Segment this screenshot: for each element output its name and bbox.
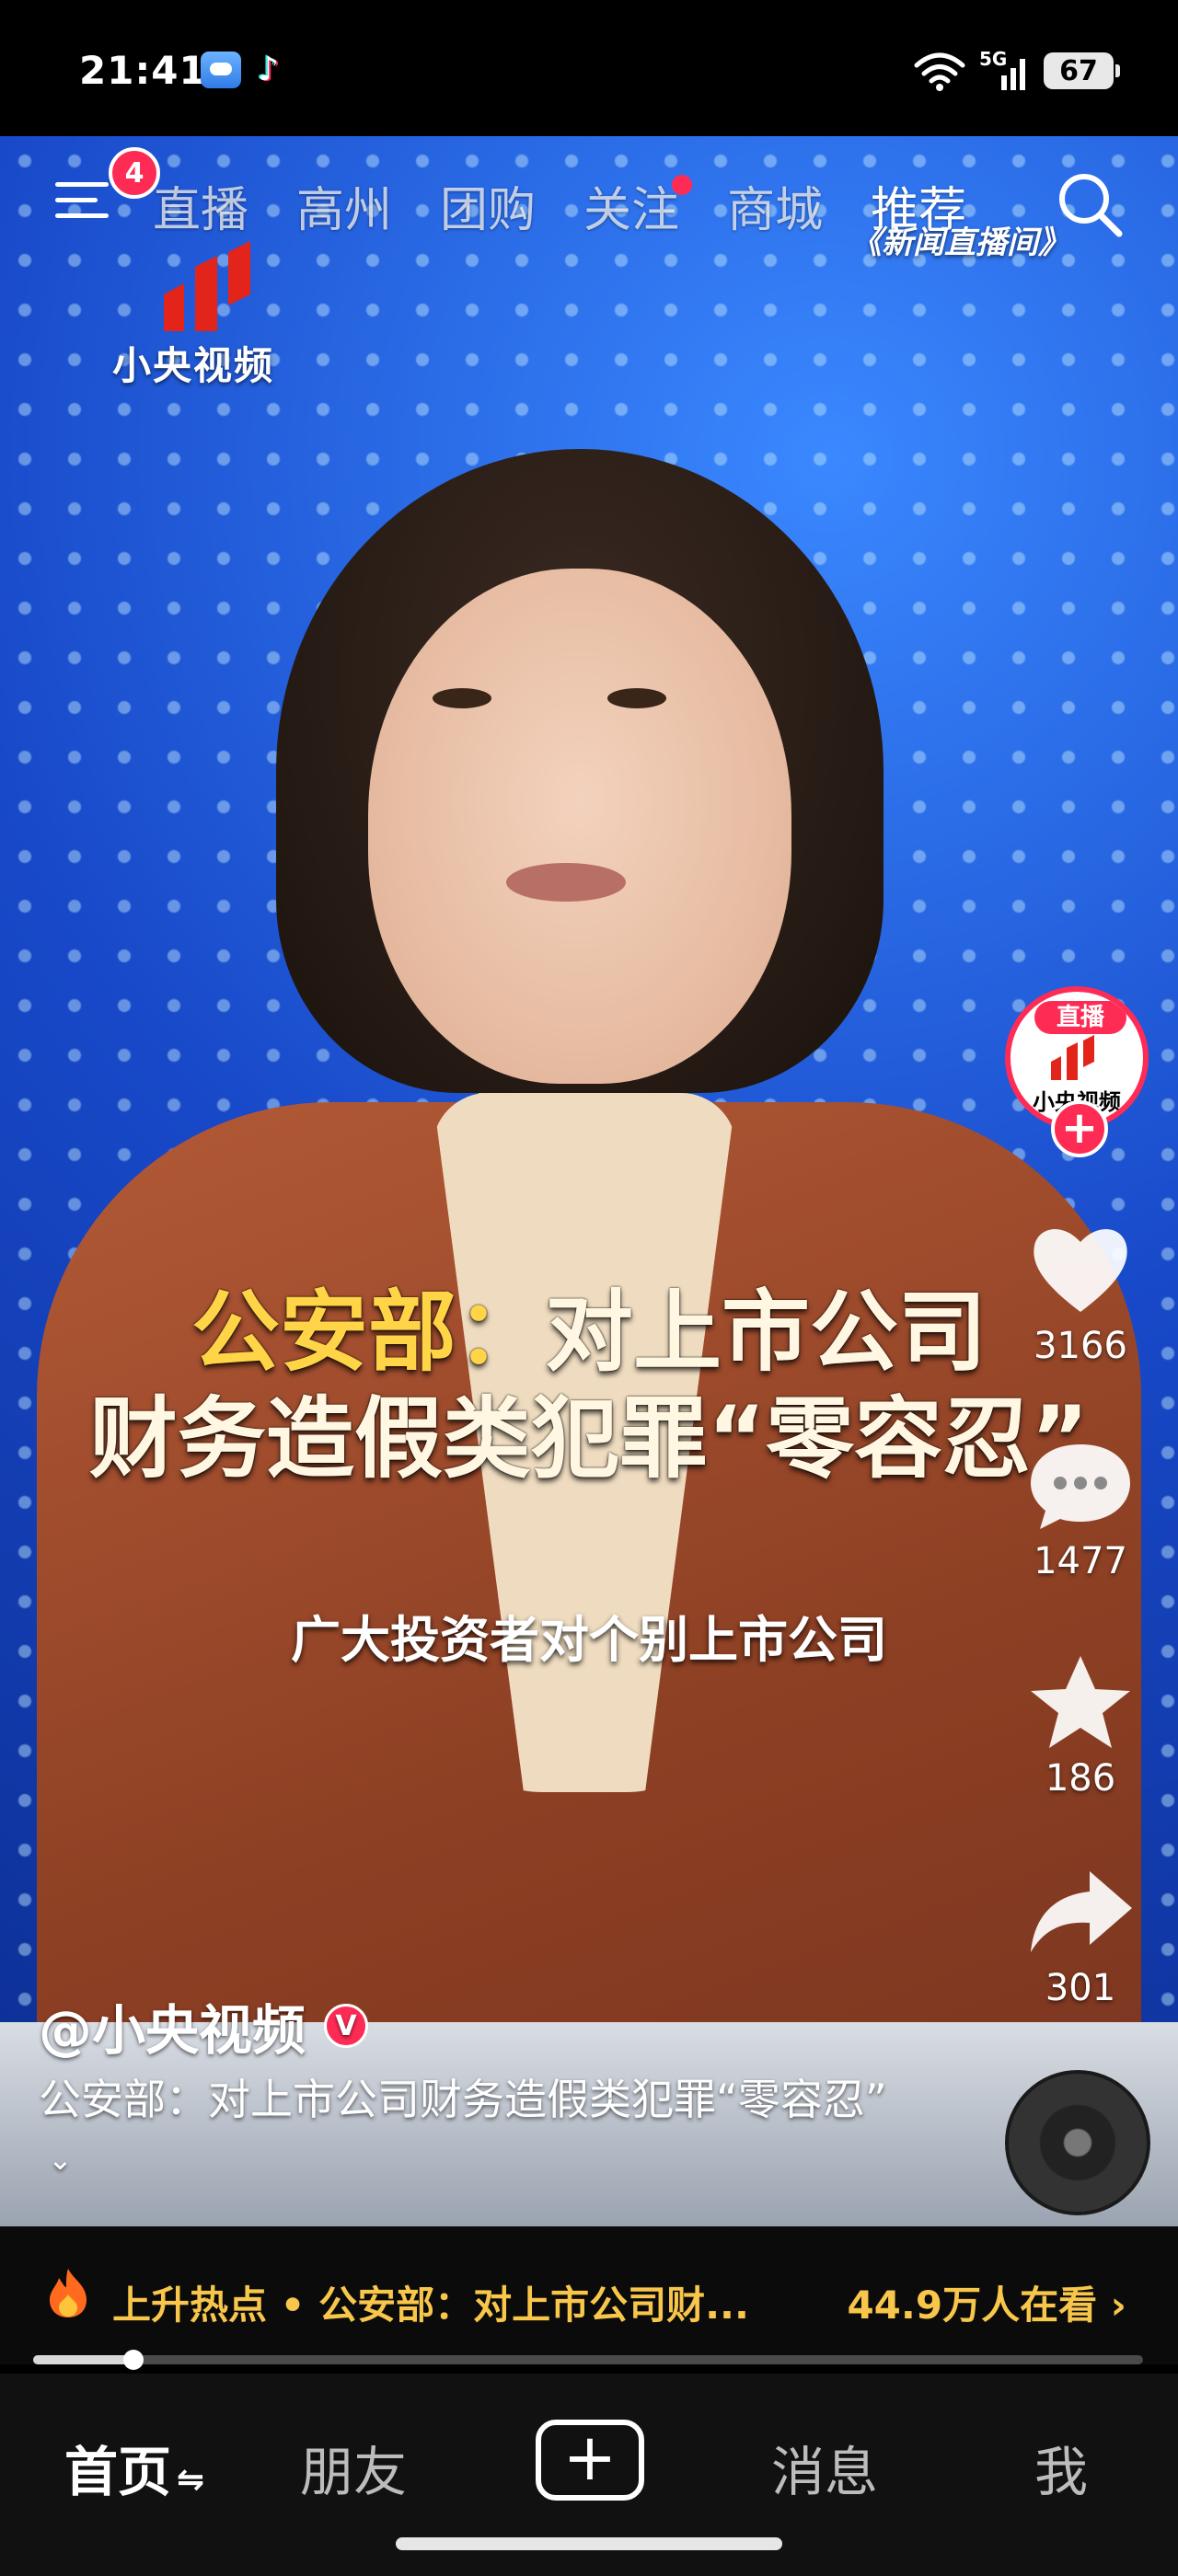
swap-icon: ⇋	[177, 2461, 205, 2499]
headline-line-2: 财务造假类犯罪“零容忍”	[88, 1387, 1090, 1490]
anchor-eye-left	[433, 688, 491, 708]
hot-topic-bar[interactable]: 上升热点 • 公安部：对上市公司财... 44.9万人在看 ›	[0, 2226, 1178, 2364]
headline-line-1-rest: 对上市公司	[545, 1281, 987, 1384]
video-player[interactable]	[0, 136, 1178, 2226]
tab-following: 关注	[583, 183, 680, 238]
music-disc-icon[interactable]	[1005, 2070, 1150, 2215]
hot-topic-label[interactable]: 上升热点 • 公安部：对上市公司财...	[112, 2274, 749, 2330]
signal-icon: 5G	[979, 48, 1031, 92]
nav-friends[interactable]: 朋友	[300, 2429, 407, 2506]
tab-group-buy[interactable]: 团购	[440, 171, 536, 240]
creator-avatar-wrap[interactable]: 直播 小央视频 +	[1005, 986, 1152, 1157]
video-description[interactable]: 公安部：对上市公司财务造假类犯罪“零容忍” ⌄	[39, 2072, 904, 2187]
weather-app-icon	[201, 52, 241, 88]
share-count: 301	[1045, 1967, 1116, 2009]
author-handle[interactable]: @小央视频	[39, 1987, 306, 2064]
anchor-lips	[506, 863, 626, 902]
video-progress-knob[interactable]	[122, 2350, 144, 2370]
description-text: 公安部：对上市公司财务造假类犯罪“零容忍”	[39, 2075, 887, 2124]
chevron-down-icon[interactable]: ⌄	[48, 2132, 73, 2187]
avatar-live-badge: 直播	[1034, 1001, 1126, 1034]
video-subtitle: 广大投资者对个别上市公司	[291, 1611, 887, 1669]
video-progress-fill	[33, 2355, 133, 2364]
following-dot	[672, 175, 693, 195]
anchor-eye-right	[607, 688, 666, 708]
share-icon	[1031, 1871, 1132, 1952]
comment-count: 1477	[1034, 1540, 1127, 1582]
channel-logo-icon	[164, 241, 250, 331]
status-app-icons: ♪	[201, 52, 294, 88]
wifi-icon	[914, 52, 965, 91]
tab-live[interactable]: 直播	[153, 171, 248, 240]
share-button[interactable]: 301	[1012, 1862, 1149, 2009]
status-bar: 21:41 ♪ 5G 67	[0, 0, 1178, 136]
headline-line-1: 公安部：对上市公司	[0, 1279, 1178, 1386]
like-button[interactable]: 3166	[1012, 1220, 1149, 1367]
comment-icon	[1031, 1444, 1130, 1529]
headline-caption: 公安部：对上市公司 财务造假类犯罪“零容忍”	[0, 1279, 1178, 1492]
favorite-count: 186	[1045, 1757, 1116, 1800]
channel-logo: 小央视频	[112, 239, 306, 388]
nav-home[interactable]: 首页 ⇋	[64, 2429, 204, 2506]
avatar-logo-icon	[1051, 1035, 1094, 1080]
video-progress-bar[interactable]	[33, 2355, 1143, 2364]
headline-accent: 公安部：	[191, 1281, 545, 1384]
verified-icon: V	[324, 2004, 369, 2048]
tiktok-app-icon: ♪	[258, 51, 279, 88]
tab-mall[interactable]: 商城	[727, 171, 823, 240]
nav-messages[interactable]: 消息	[771, 2429, 878, 2506]
nav-home-label: 首页	[64, 2441, 172, 2503]
create-button[interactable]: +	[536, 2420, 644, 2501]
program-caption: 《新闻直播间》	[850, 224, 1069, 261]
star-icon	[1031, 1656, 1130, 1748]
tab-gaozhou[interactable]: 高州	[296, 171, 392, 240]
nav-me[interactable]: 我	[1034, 2429, 1088, 2506]
fire-icon	[50, 2269, 87, 2317]
channel-logo-text: 小央视频	[112, 343, 275, 388]
heart-icon	[1034, 1229, 1127, 1312]
status-time: 21:41	[79, 48, 207, 93]
status-indicators: 5G 67	[913, 48, 1120, 92]
comment-button[interactable]: 1477	[1012, 1435, 1149, 1582]
tab-following-wrap[interactable]: 关注	[583, 171, 693, 240]
nav-tabs: 直播 高州 团购 关注 商城 推荐	[153, 171, 966, 240]
hot-topic-viewers[interactable]: 44.9万人在看 ›	[847, 2274, 1126, 2330]
battery-icon: 67	[1044, 52, 1120, 89]
favorite-button[interactable]: 186	[1012, 1652, 1149, 1800]
like-count: 3166	[1034, 1325, 1127, 1367]
home-indicator[interactable]	[396, 2537, 782, 2550]
author-row[interactable]: @小央视频 V	[39, 1987, 369, 2064]
anchor-face	[368, 569, 791, 1084]
follow-button[interactable]: +	[1051, 1100, 1108, 1157]
menu-icon[interactable]	[55, 182, 110, 226]
